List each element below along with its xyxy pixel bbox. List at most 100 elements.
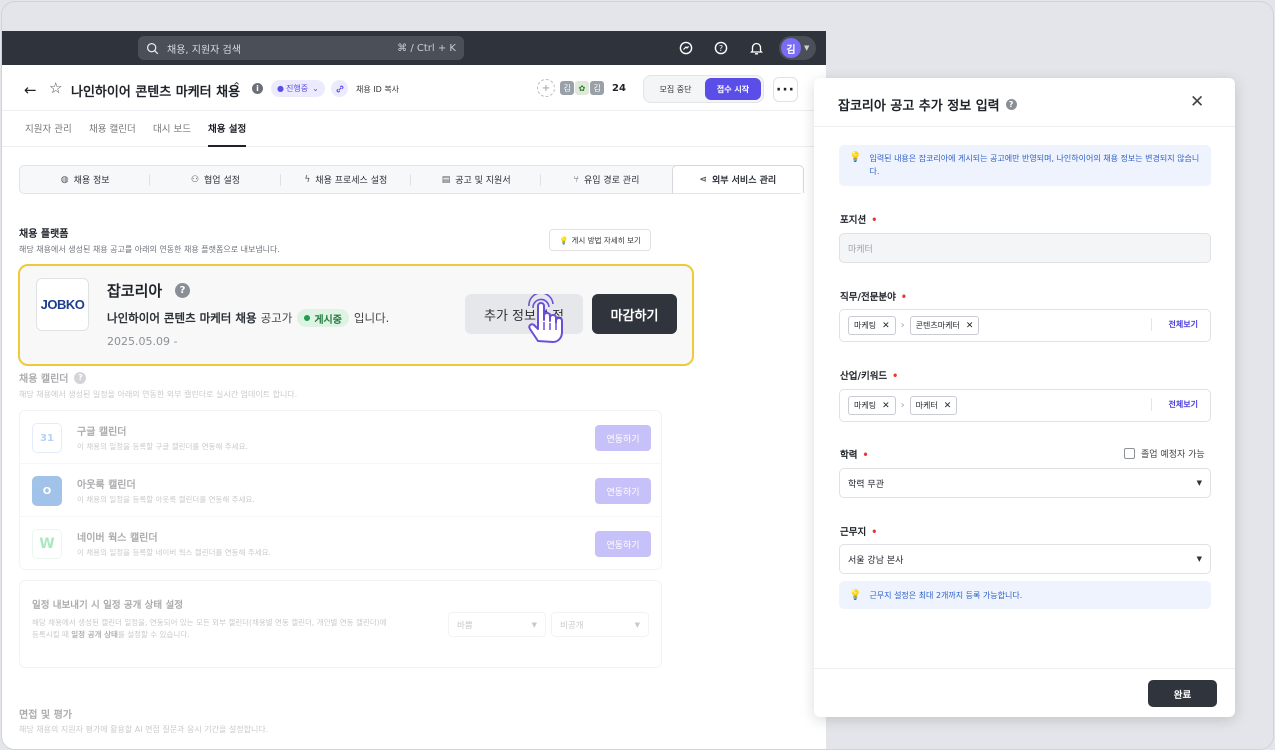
connect-button[interactable]: 연동하기 bbox=[595, 425, 651, 451]
avatar: 김 bbox=[781, 38, 801, 58]
export-desc: 해당 채용에서 생성된 캘린더 일정을, 연동되어 있는 모든 외부 캘린더(채… bbox=[32, 617, 432, 641]
export-desc-bold: 일정 공개 상태 bbox=[71, 630, 118, 639]
status-badge[interactable]: ● 진행중 ⌄ bbox=[271, 80, 325, 97]
document-icon: ▤ bbox=[441, 174, 451, 185]
remove-chip-icon[interactable]: ✕ bbox=[882, 401, 890, 411]
status-label: 진행중 bbox=[285, 84, 309, 93]
close-posting-button[interactable]: 마감하기 bbox=[592, 294, 677, 334]
platform-name: 잡코리아 bbox=[107, 282, 163, 300]
chevron-down-icon: ▼ bbox=[804, 44, 810, 52]
done-button[interactable]: 완료 bbox=[1148, 680, 1217, 707]
google-calendar-icon: 31 bbox=[32, 423, 62, 453]
start-recruit-button[interactable]: 접수 시작 bbox=[705, 78, 761, 100]
position-label: 포지션 • bbox=[840, 212, 877, 226]
education-select[interactable]: 학력 무관 ▼ bbox=[839, 468, 1211, 498]
connect-button[interactable]: 연동하기 bbox=[595, 478, 651, 504]
required-mark: • bbox=[892, 371, 899, 382]
tab-settings[interactable]: 채용 설정 bbox=[208, 121, 246, 135]
live-dot bbox=[304, 315, 311, 321]
subtab-collab[interactable]: ⚇ 협업 설정 bbox=[150, 166, 281, 193]
help-icon[interactable]: ? bbox=[1005, 99, 1017, 110]
list-item: W 네이버 웍스 캘린더 이 채용의 일정을 등록할 네이버 웍스 캘린더를 연… bbox=[20, 517, 661, 570]
help-icon[interactable]: ? bbox=[74, 371, 87, 384]
extra-info-panel: 잡코리아 공고 추가 정보 입력? ✕ 💡 입력된 내용은 잡코리아에 게시되는… bbox=[814, 78, 1235, 717]
divider bbox=[814, 126, 1235, 127]
jobkorea-logo: JOBKO bbox=[36, 278, 89, 331]
tab-applicants[interactable]: 지원자 관리 bbox=[25, 121, 72, 135]
required-mark: • bbox=[871, 527, 878, 538]
help-icon[interactable]: ? bbox=[713, 40, 729, 56]
link-icon[interactable] bbox=[331, 80, 348, 97]
remove-chip-icon[interactable]: ✕ bbox=[882, 321, 890, 331]
copy-id-link[interactable]: 채용 ID 복사 bbox=[356, 84, 399, 95]
industry-field[interactable]: 마케팅 ✕ › 마케터 ✕ 전체보기 bbox=[839, 389, 1211, 422]
location-select[interactable]: 서울 강남 본사 ▼ bbox=[839, 544, 1211, 574]
member-avatar: 김 bbox=[559, 80, 575, 96]
chat-icon[interactable] bbox=[678, 40, 694, 56]
education-label: 학력 • bbox=[840, 447, 869, 461]
subtab-label: 공고 및 지원서 bbox=[455, 176, 511, 186]
close-icon[interactable]: ✕ bbox=[1190, 92, 1204, 112]
connect-button[interactable]: 연동하기 bbox=[595, 531, 651, 557]
chevron-up-icon[interactable]: ⌃ bbox=[232, 80, 241, 93]
bell-icon[interactable] bbox=[748, 40, 764, 56]
visibility-select[interactable]: 비공개 ▼ bbox=[551, 612, 649, 637]
calendar-desc: 해당 채용에서 생성된 일정을 아래의 연동한 외부 캘린더로 실시간 업데이트… bbox=[19, 390, 298, 399]
export-title: 일정 내보내기 시 일정 공개 상태 설정 bbox=[32, 600, 183, 611]
subtab-posting[interactable]: ▤ 공고 및 지원서 bbox=[411, 166, 542, 193]
search-shortcut: ⌘ / Ctrl + K bbox=[397, 42, 456, 54]
pause-recruit-button[interactable]: 모집 중단 bbox=[646, 84, 705, 95]
subtab-job-info[interactable]: ◍ 채용 정보 bbox=[20, 166, 151, 193]
position-value: 마케터 bbox=[848, 244, 873, 255]
help-icon[interactable]: ? bbox=[175, 283, 190, 298]
subtab-external[interactable]: ⋖ 외부 서비스 관리 bbox=[671, 165, 804, 193]
main-tabs: 지원자 관리 채용 캘린더 대시 보드 채용 설정 bbox=[2, 111, 826, 147]
visibility-select-value: 비공개 bbox=[560, 620, 584, 631]
search-input[interactable]: 채용, 지원자 검색 ⌘ / Ctrl + K bbox=[138, 36, 464, 60]
recruit-toggle: 모집 중단 접수 시작 bbox=[643, 75, 764, 103]
required-mark: • bbox=[900, 292, 907, 303]
live-label: 게시중 bbox=[314, 314, 342, 326]
add-member-icon[interactable]: + bbox=[537, 79, 555, 97]
chevron-down-icon: ▼ bbox=[1196, 555, 1202, 563]
subtab-process[interactable]: ϟ 채용 프로세스 설정 bbox=[281, 166, 412, 193]
pointer-hand-icon bbox=[528, 294, 563, 343]
bolt-icon: ϟ bbox=[304, 174, 311, 185]
back-arrow-icon[interactable]: ← bbox=[24, 81, 37, 99]
view-all-button[interactable]: 전체보기 bbox=[1150, 318, 1200, 331]
industry-chip: 마케터 ✕ bbox=[909, 396, 958, 415]
user-menu[interactable]: 김 ▼ bbox=[779, 36, 816, 60]
busy-select-value: 바쁨 bbox=[457, 620, 473, 631]
industry-label-text: 산업/키워드 bbox=[840, 371, 888, 382]
view-all-button[interactable]: 전체보기 bbox=[1150, 398, 1200, 411]
remove-chip-icon[interactable]: ✕ bbox=[944, 401, 952, 411]
more-options-icon[interactable]: ··· bbox=[773, 77, 798, 102]
status-text-mid: 공고가 bbox=[260, 311, 293, 325]
position-field[interactable]: 마케터 bbox=[839, 233, 1211, 263]
page-title: 나인하이어 콘텐츠 마케터 채용 bbox=[71, 85, 241, 100]
checkbox-box[interactable] bbox=[1124, 448, 1135, 459]
job-field[interactable]: 마케팅 ✕ › 콘텐츠마케터 ✕ 전체보기 bbox=[839, 309, 1211, 342]
education-value: 학력 무관 bbox=[848, 479, 884, 490]
calendar-name: 네이버 웍스 캘린더 bbox=[77, 533, 158, 544]
how-to-post-button[interactable]: 💡 게시 방법 자세히 보기 bbox=[549, 229, 651, 251]
subtab-label: 채용 정보 bbox=[73, 176, 110, 186]
tab-dashboard[interactable]: 대시 보드 bbox=[153, 121, 191, 135]
list-item: O 아웃룩 캘린더 이 채용의 일정을 등록할 아웃룩 캘린더를 연동해 주세요… bbox=[20, 464, 661, 517]
live-badge: 게시중 bbox=[297, 309, 349, 327]
subtab-source[interactable]: ⑂ 유입 경로 관리 bbox=[541, 166, 671, 193]
tab-calendar[interactable]: 채용 캘린더 bbox=[89, 121, 136, 135]
graduate-expected-checkbox[interactable]: 졸업 예정자 가능 bbox=[1124, 447, 1205, 460]
remove-chip-icon[interactable]: ✕ bbox=[966, 321, 974, 331]
chip-label: 마케팅 bbox=[854, 321, 877, 330]
chip-label: 마케터 bbox=[915, 401, 938, 410]
divider bbox=[814, 668, 1235, 669]
busy-select[interactable]: 바쁨 ▼ bbox=[448, 612, 546, 637]
calendar-title-text: 채용 캘린더 bbox=[19, 374, 69, 385]
job-chip: 콘텐츠마케터 ✕ bbox=[909, 316, 980, 335]
chevron-right-icon: › bbox=[900, 400, 905, 411]
star-icon[interactable]: ☆ bbox=[49, 79, 62, 97]
naver-works-icon: W bbox=[32, 529, 62, 559]
info-icon[interactable]: i bbox=[252, 83, 263, 94]
member-group[interactable]: + 김 ✿ 김 24 bbox=[537, 79, 626, 97]
